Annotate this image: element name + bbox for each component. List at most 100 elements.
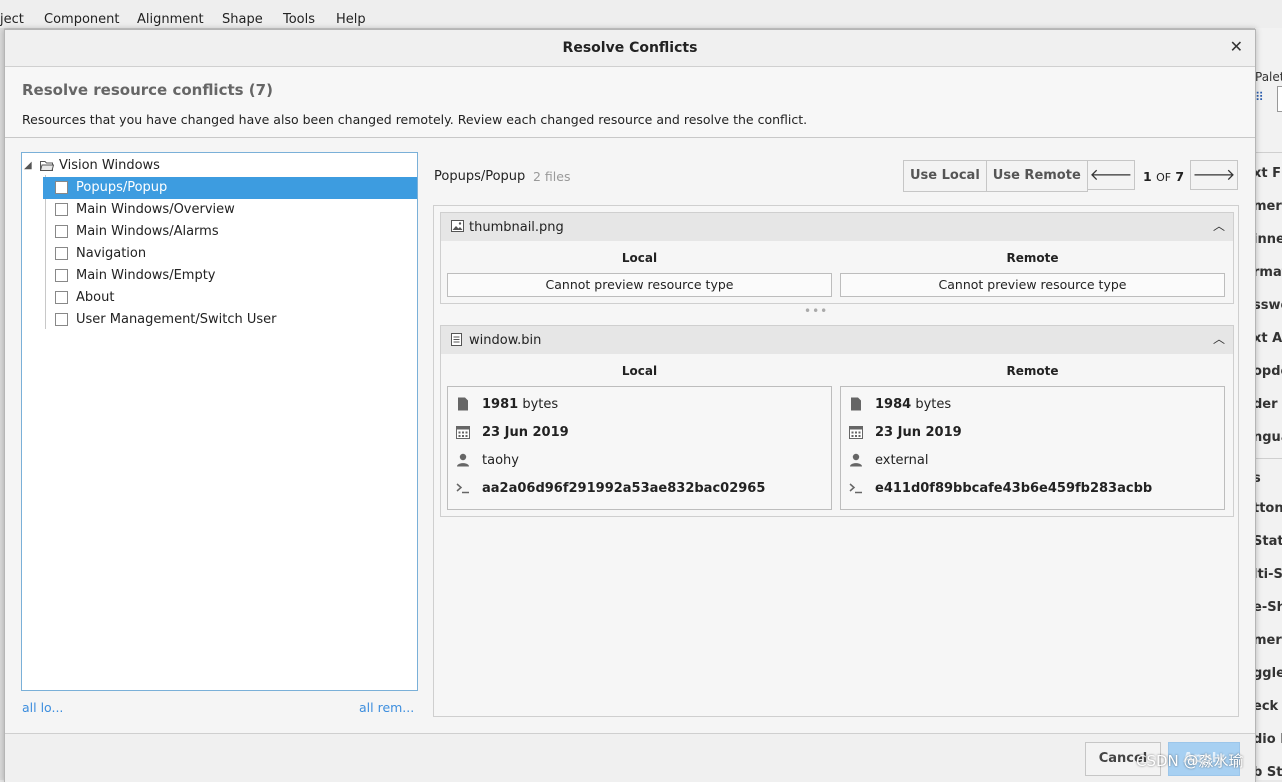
palette-item[interactable]: eck bbox=[1255, 699, 1278, 714]
file-section-window-bin: window.bin ︿ Local Remote 1981 bytes 23 … bbox=[440, 325, 1234, 517]
palette-item[interactable]: b St bbox=[1255, 765, 1282, 780]
menu-tools[interactable]: Tools bbox=[283, 12, 315, 27]
watermark: CSDN @淼水瑜 bbox=[1136, 752, 1244, 770]
resource-tree[interactable]: ◢ Vision Windows Popups/Popup Main Windo… bbox=[21, 152, 418, 691]
previous-arrow-icon[interactable]: 🡐 bbox=[1087, 160, 1135, 190]
calendar-icon bbox=[456, 426, 470, 439]
file-section-header[interactable]: thumbnail.png ︿ bbox=[441, 213, 1233, 241]
remote-column-title: Remote bbox=[1006, 364, 1059, 378]
tree-item-label: User Management/Switch User bbox=[76, 312, 277, 327]
palette-item[interactable]: ngua bbox=[1255, 430, 1282, 445]
file-size-unit: bytes bbox=[915, 397, 952, 412]
menu-component[interactable]: Component bbox=[44, 12, 119, 27]
menu-shape[interactable]: Shape bbox=[222, 12, 263, 27]
palette-item[interactable]: mer bbox=[1255, 199, 1282, 214]
tree-item-label: Main Windows/Alarms bbox=[76, 224, 219, 239]
file-user-row: taohy bbox=[456, 451, 826, 471]
palette-tool-icon[interactable]: ⠿ bbox=[1255, 90, 1264, 104]
palette-label: Palett bbox=[1255, 70, 1282, 84]
tree-item-checkbox[interactable] bbox=[55, 181, 68, 194]
palette-item[interactable]: State bbox=[1255, 534, 1282, 549]
tree-item-label: Navigation bbox=[76, 246, 147, 261]
tree-item-label: Main Windows/Empty bbox=[76, 268, 216, 283]
palette-item[interactable]: opdc bbox=[1255, 364, 1282, 379]
tree-item-checkbox[interactable] bbox=[55, 247, 68, 260]
collapse-triangle-icon[interactable]: ◢ bbox=[24, 155, 32, 177]
palette-item[interactable]: xt Fi bbox=[1255, 166, 1282, 181]
file-name: thumbnail.png bbox=[469, 220, 564, 235]
calendar-icon bbox=[849, 426, 863, 439]
tree-item-checkbox[interactable] bbox=[55, 203, 68, 216]
file-user: taohy bbox=[482, 453, 519, 468]
use-all-local-link[interactable]: all lo... bbox=[22, 700, 63, 715]
tree-item-main-windows-alarms[interactable]: Main Windows/Alarms bbox=[22, 221, 417, 243]
palette-item[interactable]: dio E bbox=[1255, 732, 1282, 747]
palette-item[interactable]: rmat bbox=[1255, 265, 1282, 280]
palette-item[interactable]: sswo bbox=[1255, 298, 1282, 313]
section-splitter-handle[interactable]: ••• bbox=[804, 304, 828, 318]
local-file-info: 1981 bytes 23 Jun 2019 taohy aa2a06d96f2… bbox=[447, 386, 832, 510]
palette-search-box[interactable] bbox=[1277, 86, 1282, 112]
folder-open-icon bbox=[40, 161, 54, 171]
user-icon bbox=[850, 453, 862, 467]
palette-item[interactable]: inne bbox=[1255, 232, 1282, 247]
remote-preview: Cannot preview resource type bbox=[840, 273, 1225, 297]
tree-item-main-windows-overview[interactable]: Main Windows/Overview bbox=[22, 199, 417, 221]
palette-item[interactable]: ggle bbox=[1255, 666, 1282, 681]
dialog-description: Resources that you have changed have als… bbox=[22, 112, 808, 127]
tree-item-checkbox[interactable] bbox=[55, 225, 68, 238]
file-section-header[interactable]: window.bin ︿ bbox=[441, 326, 1233, 354]
image-icon bbox=[451, 220, 464, 232]
use-local-button[interactable]: Use Local bbox=[904, 161, 986, 191]
use-remote-button[interactable]: Use Remote bbox=[985, 161, 1087, 191]
file-size-value: 1981 bbox=[482, 397, 519, 412]
tree-root-label: Vision Windows bbox=[59, 158, 160, 173]
resolution-button-group: Use Local Use Remote bbox=[903, 160, 1088, 192]
menu-project[interactable]: ject bbox=[0, 12, 24, 27]
local-column-title: Local bbox=[621, 364, 658, 378]
palette-item[interactable]: lti-S bbox=[1255, 567, 1282, 582]
document-icon bbox=[458, 397, 468, 411]
pager-indicator: 1 OF 7 bbox=[1143, 169, 1184, 184]
dialog-titlebar[interactable]: Resolve Conflicts ✕ bbox=[5, 30, 1255, 67]
chevron-up-icon[interactable]: ︿ bbox=[1213, 217, 1225, 234]
files-count: 2 files bbox=[533, 169, 571, 184]
use-all-remote-link[interactable]: all rem... bbox=[359, 700, 414, 715]
tree-item-about[interactable]: About bbox=[22, 287, 417, 309]
file-size: 1981 bytes bbox=[482, 397, 558, 412]
pager-total: 7 bbox=[1175, 169, 1185, 184]
file-user: external bbox=[875, 453, 929, 468]
file-name: window.bin bbox=[469, 333, 542, 348]
file-date: 23 Jun 2019 bbox=[875, 425, 962, 440]
tree-item-main-windows-empty[interactable]: Main Windows/Empty bbox=[22, 265, 417, 287]
chevron-up-icon[interactable]: ︿ bbox=[1213, 330, 1225, 347]
local-preview: Cannot preview resource type bbox=[447, 273, 832, 297]
file-size-value: 1984 bbox=[875, 397, 912, 412]
file-list-panel: thumbnail.png ︿ Local Remote Cannot prev… bbox=[433, 205, 1239, 717]
user-icon bbox=[457, 453, 469, 467]
close-icon[interactable]: ✕ bbox=[1230, 37, 1243, 56]
dialog-header: Resolve resource conflicts (7) Resources… bbox=[5, 67, 1255, 138]
tree-item-navigation[interactable]: Navigation bbox=[22, 243, 417, 265]
component-palette-panel: Palett ⠿ xt Fi mer inne rmat sswo xt Ar … bbox=[1254, 28, 1282, 780]
tree-item-checkbox[interactable] bbox=[55, 269, 68, 282]
tree-item-popups-popup[interactable]: Popups/Popup bbox=[43, 177, 417, 199]
dialog-footer: Cancel Apply bbox=[5, 733, 1255, 782]
palette-item[interactable]: xt Ar bbox=[1255, 331, 1282, 346]
tree-item-label: Popups/Popup bbox=[76, 180, 168, 195]
palette-item[interactable]: mer bbox=[1255, 633, 1282, 648]
menu-help[interactable]: Help bbox=[336, 12, 366, 27]
page-title: Resolve resource conflicts (7) bbox=[22, 81, 273, 99]
remote-column-title: Remote bbox=[1006, 251, 1059, 265]
tree-item-checkbox[interactable] bbox=[55, 291, 68, 304]
palette-item[interactable]: e-Sh bbox=[1255, 600, 1282, 615]
next-arrow-icon[interactable]: 🡒 bbox=[1190, 160, 1238, 190]
menu-alignment[interactable]: Alignment bbox=[137, 12, 204, 27]
file-hash: e411d0f89bbcafe43b6e459fb283acbb bbox=[875, 481, 1153, 496]
palette-item[interactable]: der bbox=[1255, 397, 1278, 412]
tree-item-checkbox[interactable] bbox=[55, 313, 68, 326]
palette-item[interactable]: tton bbox=[1255, 501, 1282, 516]
file-icon bbox=[451, 333, 462, 346]
tree-root[interactable]: ◢ Vision Windows bbox=[22, 155, 417, 177]
tree-item-user-management-switch-user[interactable]: User Management/Switch User bbox=[22, 309, 417, 331]
